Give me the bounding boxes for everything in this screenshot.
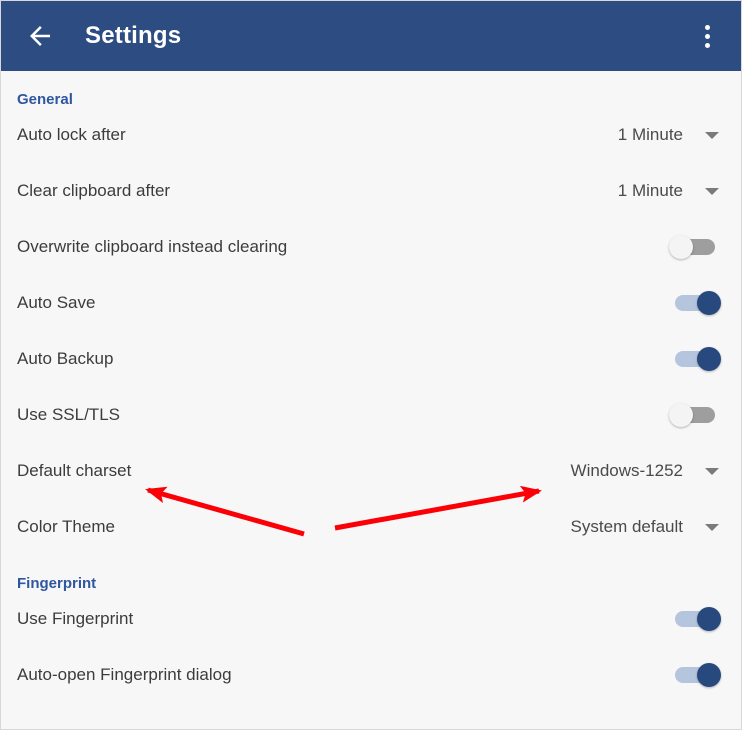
toggle-auto-save[interactable] (669, 291, 721, 315)
section-header-fingerprint: Fingerprint (17, 575, 97, 592)
toggle-use-fingerprint[interactable] (669, 607, 721, 631)
chevron-down-icon[interactable] (705, 523, 719, 531)
dropdown-color-theme[interactable]: System default (571, 517, 725, 537)
settings-row-clear-clipboard-after[interactable]: Clear clipboard after 1 Minute (1, 163, 741, 219)
settings-screen: Settings General Auto lock after 1 Minute C… (0, 0, 742, 730)
toggle-thumb (697, 347, 721, 371)
settings-row-auto-open-fingerprint-dialog[interactable]: Auto-open Fingerprint dialog (1, 647, 741, 703)
toggle-thumb (669, 235, 693, 259)
dropdown-default-charset[interactable]: Windows-1252 (571, 461, 725, 481)
settings-row-auto-lock-after[interactable]: Auto lock after 1 Minute (1, 107, 741, 163)
settings-row-label: Use Fingerprint (17, 609, 134, 628)
settings-row-label: Default charset (17, 461, 132, 480)
settings-row-use-fingerprint[interactable]: Use Fingerprint (1, 591, 741, 647)
settings-row-label: Auto lock after (17, 125, 126, 144)
back-arrow-icon[interactable] (25, 21, 55, 51)
settings-row-use-ssl-tls[interactable]: Use SSL/TLS (1, 387, 741, 443)
chevron-down-icon[interactable] (705, 187, 719, 195)
dropdown-value: 1 Minute (617, 125, 683, 144)
toggle-auto-open-fingerprint-dialog[interactable] (669, 663, 721, 687)
settings-list: General Auto lock after 1 Minute Clear clip… (1, 71, 741, 703)
page-title: Settings (85, 22, 182, 49)
settings-row-auto-backup[interactable]: Auto Backup (1, 331, 741, 387)
settings-row-overwrite-clipboard-instead-clearing[interactable]: Overwrite clipboard instead clearing (1, 219, 741, 275)
toggle-thumb (697, 291, 721, 315)
settings-row-auto-save[interactable]: Auto Save (1, 275, 741, 331)
app-bar: Settings (1, 1, 741, 71)
dropdown-clear-clipboard-after[interactable]: 1 Minute (618, 181, 725, 201)
toggle-use-ssl-tls[interactable] (669, 403, 721, 427)
section-header-general: General (17, 91, 73, 108)
toggle-thumb (669, 403, 693, 427)
settings-row-label: Auto Save (17, 293, 96, 312)
dropdown-value: Windows-1252 (570, 461, 683, 480)
dropdown-auto-lock-after[interactable]: 1 Minute (618, 125, 725, 145)
toggle-overwrite-clipboard-instead-clearing[interactable] (669, 235, 721, 259)
settings-row-label: Use SSL/TLS (17, 405, 120, 424)
settings-row-label: Auto Backup (17, 349, 114, 368)
toggle-thumb (697, 663, 721, 687)
chevron-down-icon[interactable] (705, 467, 719, 475)
chevron-down-icon[interactable] (705, 131, 719, 139)
settings-row-label: Auto-open Fingerprint dialog (17, 665, 232, 684)
settings-row-color-theme[interactable]: Color Theme System default (1, 499, 741, 555)
settings-row-default-charset[interactable]: Default charset Windows-1252 (1, 443, 741, 499)
settings-row-label: Color Theme (17, 517, 115, 536)
toggle-auto-backup[interactable] (669, 347, 721, 371)
settings-row-label: Overwrite clipboard instead clearing (17, 237, 288, 256)
more-vertical-icon[interactable] (687, 14, 727, 58)
dropdown-value: System default (570, 517, 683, 536)
dropdown-value: 1 Minute (617, 181, 683, 200)
toggle-thumb (697, 607, 721, 631)
settings-row-label: Clear clipboard after (17, 181, 171, 200)
